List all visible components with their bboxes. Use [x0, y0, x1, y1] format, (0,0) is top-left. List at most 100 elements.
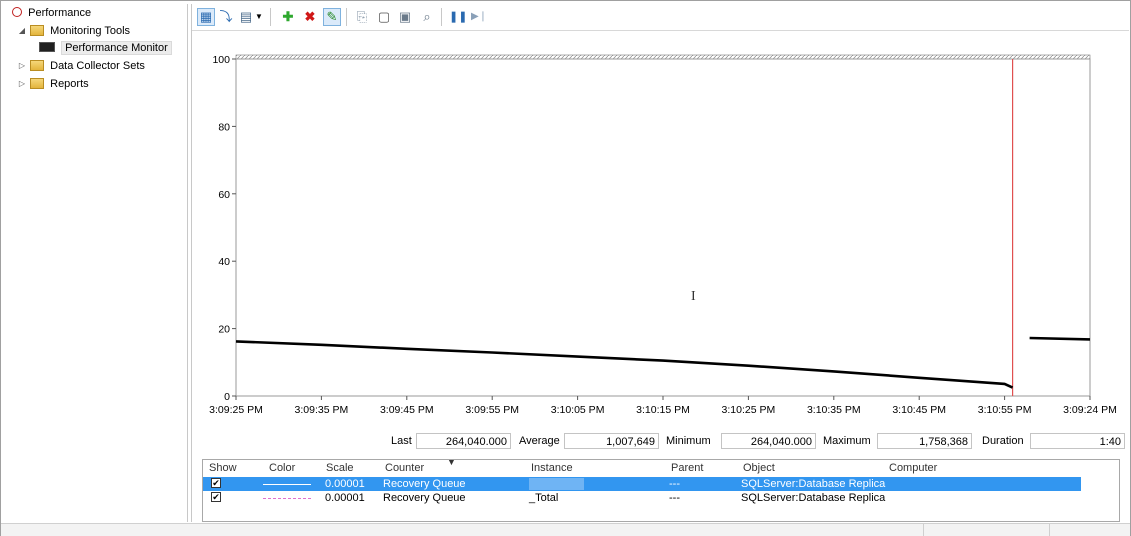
x-tick-label: 3:10:35 PM: [807, 404, 861, 416]
stat-last-label: Last: [391, 435, 412, 447]
counter-row[interactable]: ✔ 0.00001 Recovery Queue _Total --- SQLS…: [203, 491, 1119, 505]
column-header-computer[interactable]: Computer: [889, 460, 937, 476]
change-graph-type-icon[interactable]: ▦: [197, 8, 215, 26]
stat-minimum-value: 264,040.000: [721, 433, 816, 449]
series-line: [235, 340, 1014, 389]
tree-item-label: Performance: [28, 7, 92, 19]
counter-cell: Recovery Queue: [383, 492, 466, 504]
zoom-icon[interactable]: ⌕: [419, 9, 435, 25]
sort-arrow-icon: ▼: [447, 459, 456, 467]
collapse-arrow-icon[interactable]: ◢: [17, 23, 27, 39]
color-swatch: [263, 484, 311, 485]
monitor-icon: [39, 42, 55, 52]
y-tick-label: 80: [218, 121, 230, 133]
freeze-display-icon[interactable]: ❚❚: [449, 9, 467, 25]
y-tick-label: 60: [218, 189, 230, 201]
object-cell: SQLServer:Database Replica: [741, 478, 886, 490]
performance-graph[interactable]: 0 20 40 60 80 100 3:09:25 PM 3:09:35 PM 3:09:45 …: [192, 44, 1129, 424]
status-separator: [1049, 524, 1050, 536]
tree-item-performance-monitor[interactable]: Performance Monitor: [39, 40, 172, 56]
y-tick-label: 0: [224, 391, 230, 403]
tree-item-performance[interactable]: Performance: [7, 5, 91, 21]
stat-maximum-value: 1,758,368: [877, 433, 972, 449]
x-tick-label: 3:09:45 PM: [380, 404, 434, 416]
expand-arrow-icon[interactable]: ▷: [17, 58, 27, 74]
view-current-activity-icon[interactable]: ⤵: [218, 9, 234, 25]
performance-icon: [12, 7, 23, 17]
counter-list[interactable]: Show Color Scale Counter ▼ Instance Pare…: [202, 459, 1120, 522]
folder-icon: [30, 78, 45, 89]
update-data-icon[interactable]: ▶❘: [471, 9, 487, 25]
x-tick-label: 3:10:15 PM: [636, 404, 690, 416]
show-checkbox[interactable]: ✔: [211, 492, 221, 502]
tree-item-label: Performance Monitor: [61, 41, 172, 55]
stat-average-value: 1,007,649: [564, 433, 659, 449]
expand-arrow-icon[interactable]: ▷: [17, 76, 27, 92]
tree-item-label: Data Collector Sets: [50, 60, 145, 72]
folder-icon: [30, 25, 45, 36]
toolbar-separator: [346, 8, 347, 26]
column-header-parent[interactable]: Parent: [671, 460, 703, 476]
x-tick-label: 3:09:25 PM: [209, 404, 263, 416]
performance-monitor-window: Performance ◢ Monitoring Tools Performan…: [0, 0, 1131, 536]
scale-cell: 0.00001: [325, 492, 365, 504]
object-cell: SQLServer:Database Replica: [741, 492, 886, 504]
plot-area: [235, 58, 1091, 397]
performance-monitor-pane: ▦ ⤵ ▤ ▼ ✚ ✖ ✎ ⎘ ▢ ▣ ⌕ ❚❚ ▶❘ 0 20 40 60 80 100…: [191, 4, 1129, 522]
instance-cell: _Total: [529, 492, 559, 504]
navigation-tree: Performance ◢ Monitoring Tools Performan…: [5, 4, 188, 522]
y-tick-label: 20: [218, 324, 230, 336]
status-separator: [923, 524, 924, 536]
tree-item-label: Monitoring Tools: [50, 25, 131, 37]
stat-duration-value: 1:40: [1030, 433, 1125, 449]
scale-cell: 0.00001: [325, 478, 365, 490]
change-graph-view-icon[interactable]: ▤: [238, 9, 254, 25]
paste-counter-list-icon[interactable]: ▢: [376, 9, 392, 25]
color-swatch: [263, 498, 311, 499]
series-line: [1029, 336, 1091, 341]
x-tick-label: 3:10:55 PM: [978, 404, 1032, 416]
add-counter-icon[interactable]: ✚: [280, 9, 296, 25]
y-tick-label: 40: [218, 256, 230, 268]
column-header-counter[interactable]: Counter: [385, 460, 424, 476]
counter-cell: Recovery Queue: [383, 478, 466, 490]
x-tick-label: 3:10:25 PM: [722, 404, 776, 416]
toolbar-separator: [270, 8, 271, 26]
copy-properties-icon[interactable]: ⎘: [354, 9, 370, 25]
delete-counter-icon[interactable]: ✖: [302, 9, 318, 25]
x-tick-label: 3:09:35 PM: [295, 404, 349, 416]
column-header-instance[interactable]: Instance: [531, 460, 573, 476]
stat-average-label: Average: [519, 435, 560, 447]
column-header-scale[interactable]: Scale: [326, 460, 354, 476]
column-header-color[interactable]: Color: [269, 460, 295, 476]
column-header-object[interactable]: Object: [743, 460, 775, 476]
properties-icon[interactable]: ▣: [397, 9, 413, 25]
text-cursor-icon: I: [691, 289, 696, 304]
toolbar-separator: [441, 8, 442, 26]
chart-top-band: [235, 54, 1091, 60]
instance-cell: [529, 478, 584, 490]
stat-last-value: 264,040.000: [416, 433, 511, 449]
x-tick-label: 3:10:05 PM: [551, 404, 605, 416]
tree-item-label: Reports: [50, 78, 89, 90]
toolbar: ▦ ⤵ ▤ ▼ ✚ ✖ ✎ ⎘ ▢ ▣ ⌕ ❚❚ ▶❘: [192, 4, 1129, 31]
highlight-icon[interactable]: ✎: [323, 8, 341, 26]
y-tick-label: 100: [212, 54, 230, 66]
counter-row[interactable]: ✔ 0.00001 Recovery Queue --- SQLServer:D…: [203, 477, 1119, 491]
stat-duration-label: Duration: [982, 435, 1024, 447]
column-header-show[interactable]: Show: [209, 460, 237, 476]
stat-minimum-label: Minimum: [666, 435, 711, 447]
status-bar: [1, 523, 1130, 536]
parent-cell: ---: [669, 478, 680, 490]
x-tick-label: 3:10:45 PM: [892, 404, 946, 416]
parent-cell: ---: [669, 492, 680, 504]
tree-item-data-collector-sets[interactable]: ▷ Data Collector Sets: [17, 58, 145, 74]
tree-item-reports[interactable]: ▷ Reports: [17, 76, 89, 92]
stat-maximum-label: Maximum: [823, 435, 871, 447]
x-tick-label: 3:09:24 PM: [1063, 404, 1117, 416]
x-tick-label: 3:09:55 PM: [465, 404, 519, 416]
show-checkbox[interactable]: ✔: [211, 478, 221, 488]
dropdown-arrow-icon[interactable]: ▼: [254, 9, 264, 25]
folder-icon: [30, 60, 45, 71]
tree-item-monitoring-tools[interactable]: ◢ Monitoring Tools: [17, 23, 130, 39]
